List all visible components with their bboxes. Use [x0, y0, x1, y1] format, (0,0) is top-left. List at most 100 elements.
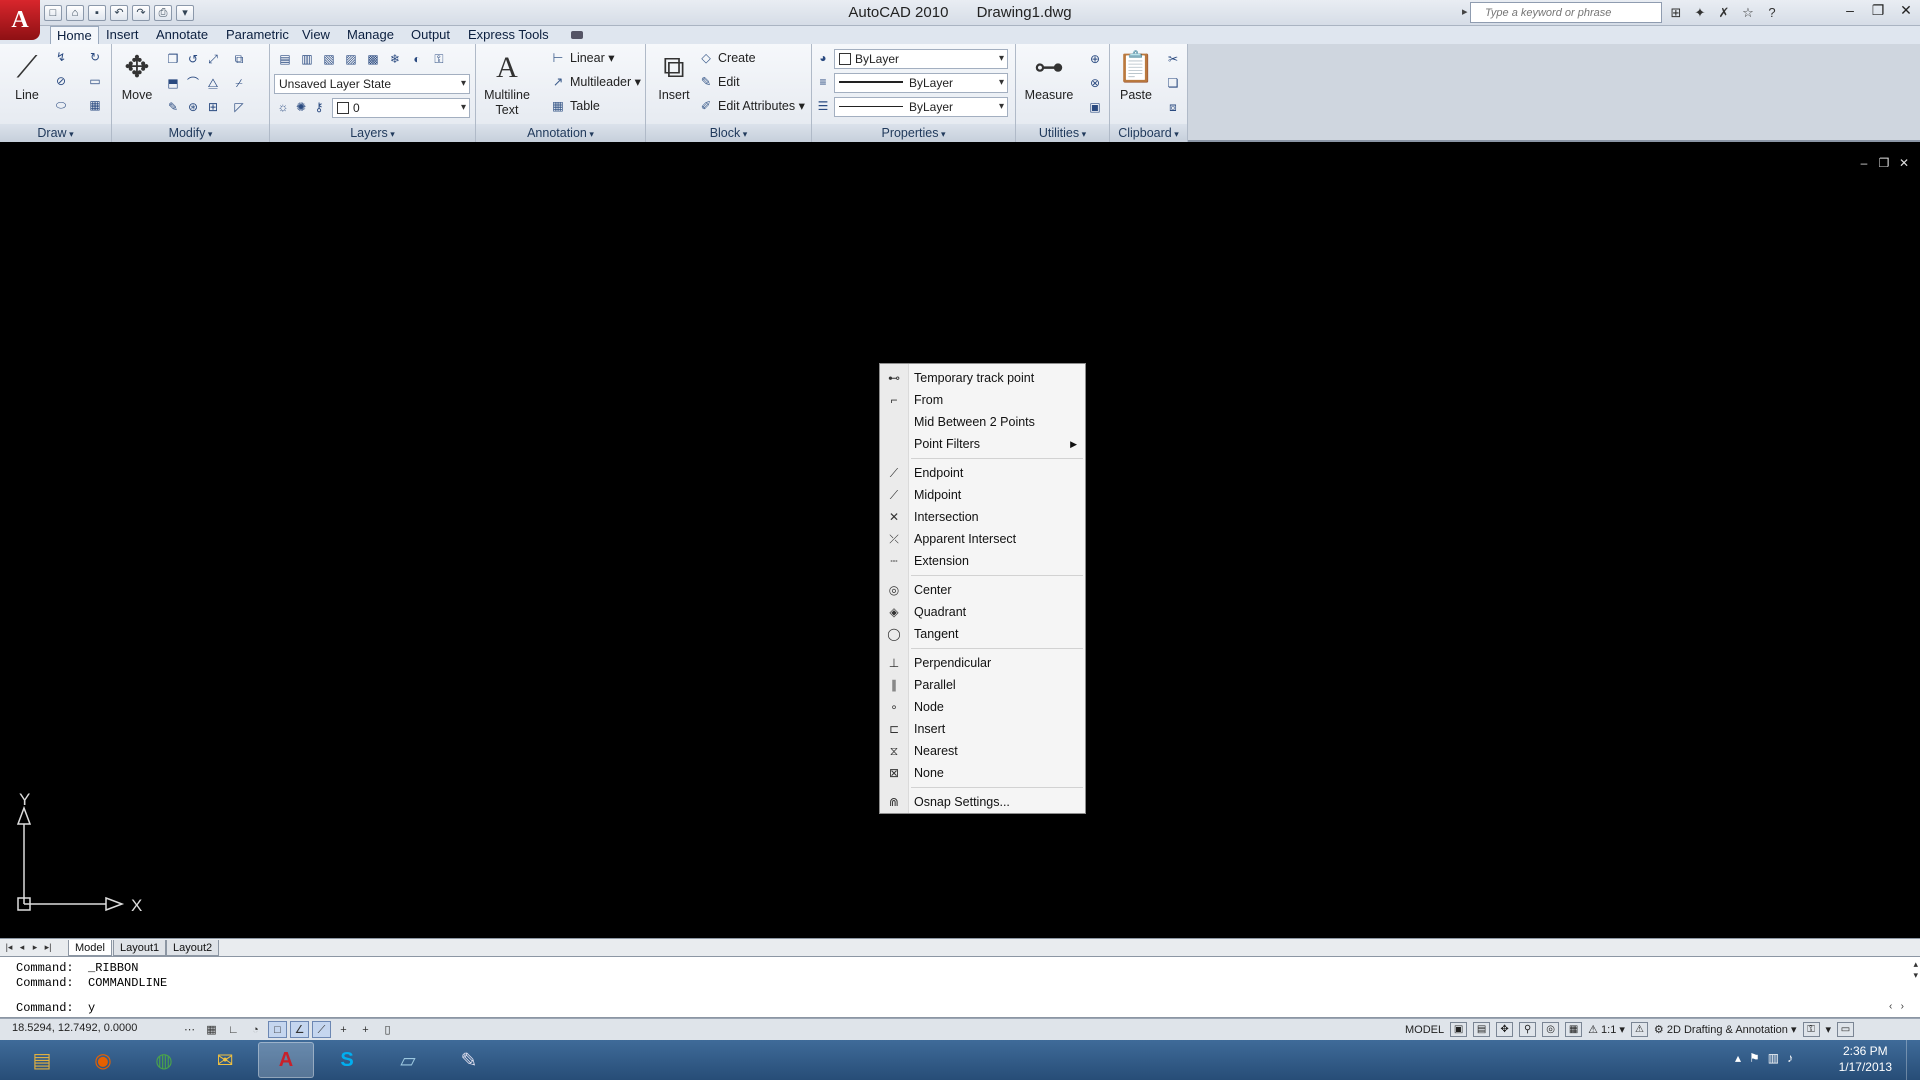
trim-icon[interactable]: ⌿ — [230, 74, 248, 92]
id-point-icon[interactable]: ⊗ — [1086, 74, 1104, 92]
tray-expand-icon[interactable]: ▴ — [1735, 1051, 1741, 1065]
explode-icon[interactable]: ⊛ — [184, 98, 202, 116]
table-button[interactable]: ▦ Table — [550, 96, 600, 116]
menu-item-point-filters[interactable]: Point Filters ▶ — [880, 433, 1085, 455]
taskbar-paint-icon[interactable]: ✎ — [441, 1042, 497, 1078]
line-button[interactable]: ⟋ Line — [8, 48, 46, 103]
taskbar-skype-icon[interactable]: S — [319, 1042, 375, 1078]
clock[interactable]: 2:36 PM 1/17/2013 — [1839, 1043, 1892, 1075]
menu-item-mid-between-2-points[interactable]: Mid Between 2 Points — [880, 411, 1085, 433]
menu-item-tangent[interactable]: ◯ Tangent — [880, 623, 1085, 645]
menu-item-center[interactable]: ◎ Center — [880, 579, 1085, 601]
panel-title-modify[interactable]: Modify — [112, 124, 269, 142]
quick-view-layouts-icon[interactable]: ▣ — [1450, 1022, 1468, 1037]
menu-item-parallel[interactable]: ∥ Parallel — [880, 674, 1085, 696]
next-layout-icon[interactable]: ▸ — [29, 940, 41, 954]
cut-icon[interactable]: ✂ — [1164, 50, 1182, 68]
last-layout-icon[interactable]: ▸| — [42, 940, 54, 954]
array-icon[interactable]: ⧉ — [230, 50, 248, 68]
polar-icon[interactable]: ◔ — [246, 1021, 265, 1038]
taskbar-file-explorer-icon[interactable]: ▤ — [14, 1042, 70, 1078]
layer-properties-icon[interactable]: ▤ — [276, 50, 294, 68]
steering-wheel-icon[interactable]: ◎ — [1542, 1022, 1560, 1037]
panel-title-utilities[interactable]: Utilities — [1016, 124, 1109, 142]
layout-tab-layout1[interactable]: Layout1 — [113, 940, 167, 956]
lineweight-icon[interactable]: ≡ — [814, 73, 832, 91]
lock-icon[interactable]: ⚷ — [310, 98, 328, 116]
layer-lock-icon[interactable]: ⚿ — [430, 50, 448, 68]
menu-item-apparent-intersect[interactable]: ⤫ Apparent Intersect — [880, 528, 1085, 550]
prev-layout-icon[interactable]: ◂ — [16, 940, 28, 954]
tab-insert[interactable]: Insert — [100, 26, 145, 44]
taskbar-outlook-folder-icon[interactable]: ✉ — [197, 1042, 253, 1078]
restore-icon[interactable]: ❐ — [1864, 0, 1892, 22]
hatch-icon[interactable]: ▦ — [86, 96, 104, 114]
coordinates-readout[interactable]: 18.5294, 12.7492, 0.0000 — [12, 1022, 137, 1034]
qp-icon[interactable]: ▯ — [378, 1021, 397, 1038]
layer-isolate-icon[interactable]: ▨ — [342, 50, 360, 68]
linear-dimension-button[interactable]: ⊢ Linear ▾ — [550, 48, 615, 68]
offset-icon[interactable]: ⊞ — [204, 98, 222, 116]
panel-title-annotation[interactable]: Annotation — [476, 124, 645, 142]
ribbon-minimize-icon[interactable] — [571, 31, 583, 39]
favorites-icon[interactable]: ☆ — [1738, 3, 1758, 22]
layer-freeze-icon[interactable]: ❄ — [386, 50, 404, 68]
insert-block-button[interactable]: ⧉ Insert — [654, 48, 694, 103]
close-icon[interactable]: ✕ — [1892, 0, 1920, 22]
panel-title-properties[interactable]: Properties — [812, 124, 1015, 142]
paste-button[interactable]: 📋 Paste — [1116, 48, 1156, 103]
multiline-text-button[interactable]: A Multiline Text — [482, 48, 532, 118]
doc-restore-icon[interactable]: ❐ — [1878, 156, 1890, 170]
panel-title-clipboard[interactable]: Clipboard — [1110, 124, 1187, 142]
move-button[interactable]: ✥ Move — [116, 48, 158, 103]
first-layout-icon[interactable]: |◂ — [3, 940, 15, 954]
tab-parametric[interactable]: Parametric — [220, 26, 295, 44]
copy-clip-icon[interactable]: ❏ — [1164, 74, 1182, 92]
tab-manage[interactable]: Manage — [341, 26, 400, 44]
action-center-icon[interactable]: ⚑ — [1749, 1051, 1760, 1065]
tab-express-tools[interactable]: Express Tools — [462, 26, 555, 44]
menu-item-perpendicular[interactable]: ⊥ Perpendicular — [880, 652, 1085, 674]
layer-dropdown[interactable]: 0 — [332, 98, 470, 118]
osnap-icon[interactable]: □ — [268, 1021, 287, 1038]
annotation-scale[interactable]: ⚠ 1:1 ▾ — [1588, 1023, 1625, 1036]
panel-title-block[interactable]: Block — [646, 124, 811, 142]
quick-view-drawings-icon[interactable]: ▤ — [1473, 1022, 1491, 1037]
rectangle-icon[interactable]: ▭ — [86, 72, 104, 90]
ducs-icon[interactable]: ⟋ — [312, 1021, 331, 1038]
model-space-label[interactable]: MODEL — [1405, 1024, 1444, 1036]
ellipse-icon[interactable]: ⬭ — [52, 96, 70, 114]
menu-item-intersection[interactable]: ✕ Intersection — [880, 506, 1085, 528]
rotate-icon[interactable]: ↻ — [86, 48, 104, 66]
layer-unisolate-icon[interactable]: ▩ — [364, 50, 382, 68]
taskbar-chrome-icon[interactable]: ◍ — [136, 1042, 192, 1078]
command-scroll-icon[interactable]: ▴ ▾ — [1913, 959, 1918, 981]
network-icon[interactable]: ▥ — [1768, 1051, 1779, 1065]
menu-item-none[interactable]: ⊠ None — [880, 762, 1085, 784]
linetype-icon[interactable]: ☰ — [814, 97, 832, 115]
quick-select-icon[interactable]: ⊕ — [1086, 50, 1104, 68]
tab-home[interactable]: Home — [50, 26, 99, 44]
volume-icon[interactable]: ♪ — [1787, 1051, 1793, 1065]
color-dropdown[interactable]: ByLayer — [834, 49, 1008, 69]
create-block-button[interactable]: ◇ Create — [698, 48, 755, 68]
pan-icon[interactable]: ✥ — [1496, 1022, 1514, 1037]
layout-tab-model[interactable]: Model — [68, 940, 112, 956]
edit-attributes-button[interactable]: ✐ Edit Attributes ▾ — [698, 96, 805, 116]
scale-icon[interactable]: ⤢ — [204, 50, 222, 68]
application-menu-button[interactable]: A — [0, 0, 40, 40]
binoculars-icon[interactable]: ⊞ — [1666, 3, 1686, 22]
menu-item-extension[interactable]: ┄ Extension — [880, 550, 1085, 572]
edit-block-button[interactable]: ✎ Edit — [698, 72, 740, 92]
lightbulb-icon[interactable]: ☼ — [274, 98, 292, 116]
grid-icon[interactable]: ▦ — [202, 1021, 221, 1038]
circle-icon[interactable]: ⊘ — [52, 72, 70, 90]
subscription-icon[interactable]: ✦ — [1690, 3, 1710, 22]
copy-icon[interactable]: ❐ — [164, 50, 182, 68]
tab-output[interactable]: Output — [405, 26, 456, 44]
otrack-icon[interactable]: ∠ — [290, 1021, 309, 1038]
layer-match-icon[interactable]: ▥ — [298, 50, 316, 68]
fillet-icon[interactable]: ⌒ — [184, 74, 202, 92]
sun-icon[interactable]: ✺ — [292, 98, 310, 116]
chamfer-icon[interactable]: ◸ — [230, 98, 248, 116]
